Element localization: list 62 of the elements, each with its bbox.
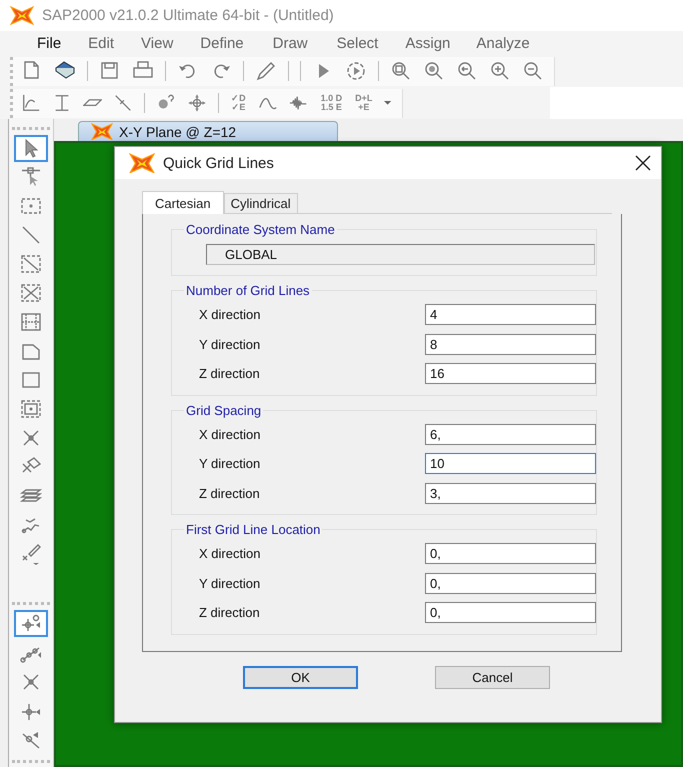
menu-item[interactable]: Assign [405, 34, 450, 52]
field-label: X direction [199, 426, 262, 442]
tool-button[interactable] [14, 610, 48, 638]
field-label: Z direction [199, 486, 261, 501]
zoom-out-icon [522, 60, 544, 82]
group-title: Number of Grid Lines [185, 283, 311, 298]
star-logo-icon [129, 152, 155, 174]
tab[interactable]: Cylindrical [224, 193, 298, 213]
field-label: Y direction [199, 456, 262, 472]
dropdown-caret-icon [384, 101, 392, 105]
input-field[interactable]: 3, [425, 482, 596, 504]
menu-item[interactable]: File [37, 34, 62, 52]
zoom-window-icon [390, 60, 412, 82]
group-title: Grid Spacing [185, 402, 262, 418]
toolbar-button[interactable] [384, 101, 392, 105]
input-field[interactable]: 6, [425, 424, 596, 445]
input-field[interactable]: 8 [425, 334, 596, 355]
dashed-box-cross-icon [20, 282, 42, 304]
zoom-back-icon [456, 60, 478, 82]
input-field[interactable]: 0, [425, 602, 596, 624]
field-label: Z direction [199, 605, 261, 620]
view-tab[interactable]: X-Y Plane @ Z=12 [78, 121, 338, 141]
group-title: Coordinate System Name [185, 222, 336, 237]
ok-button[interactable]: OK [243, 666, 358, 689]
window-title: SAP2000 v21.0.2 Ultimate 64-bit - (Untitled) [42, 7, 334, 24]
star-logo-icon [10, 6, 34, 26]
field-label: Z direction [199, 366, 261, 382]
model-canvas[interactable] [54, 141, 683, 767]
axes-icon [21, 93, 41, 113]
move-arrows-icon [187, 93, 208, 113]
input-field[interactable]: 0, [425, 572, 596, 594]
input-field[interactable]: 4 [425, 304, 596, 326]
menu-item[interactable]: Analyze [476, 34, 530, 52]
play-circle-icon [345, 60, 367, 82]
link-element-icon [113, 93, 134, 113]
field-label: Y direction [199, 336, 262, 352]
field-label: X direction [199, 546, 262, 562]
tool-button[interactable] [14, 135, 48, 162]
dashed-area-icon [20, 398, 42, 420]
input-field[interactable]: 10 [425, 453, 596, 474]
zoom-fit-icon [423, 60, 445, 82]
close-icon [635, 155, 651, 171]
dialog-title: Quick Grid Lines [163, 154, 275, 172]
close-button[interactable] [635, 155, 651, 171]
pencil-icon [255, 60, 277, 82]
input-field[interactable]: 0, [425, 543, 596, 564]
menu-item[interactable]: Select [336, 34, 378, 52]
menu-item[interactable]: View [141, 34, 174, 52]
zoom-in-icon [489, 60, 511, 82]
grid-box-icon [20, 311, 42, 334]
tab[interactable]: Cartesian [142, 191, 224, 214]
menu-item[interactable]: Define [200, 34, 244, 52]
cancel-button[interactable]: Cancel [435, 666, 550, 689]
node-pointer-icon [20, 166, 42, 188]
star-logo-icon [91, 122, 113, 140]
plate-icon [83, 99, 102, 107]
field-label: Y direction [199, 576, 262, 591]
field-label: X direction [199, 307, 262, 322]
menu-item[interactable]: Draw [272, 34, 308, 52]
group-title: First Grid Line Location [185, 522, 322, 537]
menu-item[interactable]: Edit [88, 34, 114, 52]
input-field[interactable]: 16 [425, 363, 596, 384]
